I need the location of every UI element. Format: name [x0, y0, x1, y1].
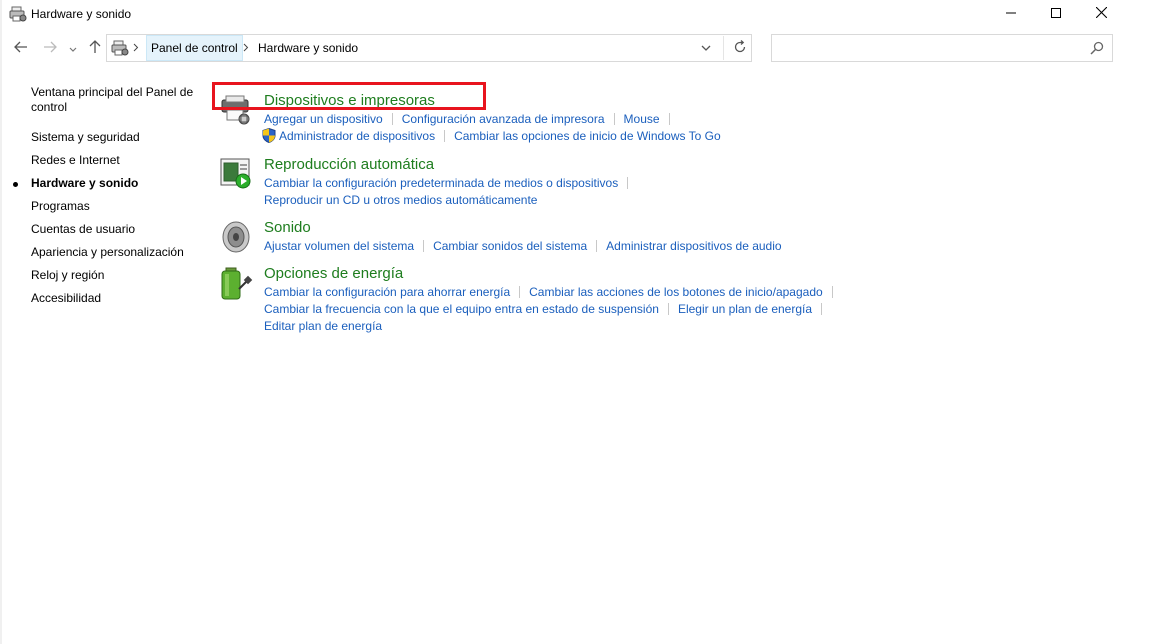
sidebar-item-ventana-principal[interactable]: Ventana principal del Panel de control: [31, 85, 201, 115]
control-panel-icon: [9, 6, 27, 22]
breadcrumb-panel-de-control[interactable]: Panel de control: [146, 35, 243, 61]
arrow-left-icon: [14, 40, 28, 58]
link-reproducir-cd[interactable]: Reproducir un CD u otros medios automáti…: [264, 193, 537, 207]
link-separator: [831, 286, 833, 298]
back-button[interactable]: [12, 40, 30, 58]
sidebar-item-redes-e-internet[interactable]: Redes e Internet: [31, 153, 120, 168]
sidebar-item-cuentas-de-usuario[interactable]: Cuentas de usuario: [31, 222, 135, 237]
battery-power-icon: [218, 265, 254, 301]
link-ajustar-volumen[interactable]: Ajustar volumen del sistema: [264, 239, 414, 253]
link-agregar-dispositivo[interactable]: Agregar un dispositivo: [264, 112, 383, 126]
link-administrar-audio[interactable]: Administrar dispositivos de audio: [606, 239, 781, 253]
breadcrumb-chevron-icon[interactable]: [133, 43, 139, 55]
close-icon: [1095, 5, 1107, 23]
close-button[interactable]: [1078, 0, 1124, 28]
link-configuracion-impresora[interactable]: Configuración avanzada de impresora: [402, 112, 605, 126]
window-title: Hardware y sonido: [31, 7, 132, 21]
maximize-icon: [1051, 5, 1061, 23]
navigation-bar: Panel de control Hardware y sonido: [0, 34, 1152, 64]
link-elegir-plan[interactable]: Elegir un plan de energía: [678, 302, 812, 316]
link-separator: [519, 286, 521, 298]
recent-locations-button[interactable]: [66, 40, 80, 58]
active-bullet: [13, 182, 18, 187]
category-title-reproduccion[interactable]: Reproducción automática: [264, 156, 434, 173]
autoplay-icon: [218, 156, 254, 192]
link-separator: [668, 113, 670, 125]
link-ahorrar-energia[interactable]: Cambiar la configuración para ahorrar en…: [264, 285, 510, 299]
forward-button[interactable]: [41, 40, 59, 58]
breadcrumb-hardware-y-sonido[interactable]: Hardware y sonido: [254, 35, 362, 61]
search-box[interactable]: [771, 34, 1113, 62]
category-title-energia[interactable]: Opciones de energía: [264, 265, 403, 282]
minimize-icon: [1006, 5, 1016, 23]
link-administrador-dispositivos[interactable]: Administrador de dispositivos: [279, 129, 435, 143]
highlight-annotation-box: [212, 82, 486, 110]
address-divider: [723, 36, 724, 60]
link-separator: [821, 303, 823, 315]
link-windows-to-go[interactable]: Cambiar las opciones de inicio de Window…: [454, 129, 721, 143]
refresh-icon[interactable]: [733, 40, 749, 56]
speaker-icon: [218, 219, 254, 255]
sidebar-item-programas[interactable]: Programas: [31, 199, 90, 214]
link-separator: [627, 177, 629, 189]
sidebar-item-hardware-y-sonido[interactable]: Hardware y sonido: [31, 176, 138, 191]
sidebar-item-accesibilidad[interactable]: Accesibilidad: [31, 291, 101, 306]
category-title-sonido[interactable]: Sonido: [264, 219, 311, 236]
link-cambiar-sonidos[interactable]: Cambiar sonidos del sistema: [433, 239, 587, 253]
link-separator: [444, 130, 446, 142]
link-separator: [596, 240, 598, 252]
address-bar[interactable]: Panel de control Hardware y sonido: [106, 34, 752, 62]
up-button[interactable]: [86, 39, 104, 59]
link-frecuencia-suspension[interactable]: Cambiar la frecuencia con la que el equi…: [264, 302, 659, 316]
link-separator: [423, 240, 425, 252]
link-separator: [391, 113, 393, 125]
control-panel-icon: [111, 40, 129, 56]
address-history-dropdown[interactable]: [700, 41, 714, 55]
link-acciones-botones[interactable]: Cambiar las acciones de los botones de i…: [529, 285, 823, 299]
link-separator: [613, 113, 615, 125]
link-mouse[interactable]: Mouse: [624, 112, 660, 126]
link-separator: [667, 303, 669, 315]
minimize-button[interactable]: [988, 0, 1034, 28]
search-input[interactable]: [778, 39, 1082, 59]
arrow-right-icon: [43, 40, 57, 58]
link-configuracion-medios[interactable]: Cambiar la configuración predeterminada …: [264, 176, 618, 190]
maximize-button[interactable]: [1033, 0, 1079, 28]
sidebar-item-sistema-y-seguridad[interactable]: Sistema y seguridad: [31, 130, 140, 145]
title-bar: Hardware y sonido: [0, 0, 1152, 28]
breadcrumb-chevron-icon[interactable]: [243, 43, 249, 55]
arrow-up-icon: [89, 39, 101, 59]
search-icon[interactable]: [1090, 41, 1104, 55]
chevron-down-icon: [69, 40, 77, 58]
sidebar-item-reloj-y-region[interactable]: Reloj y región: [31, 268, 104, 283]
sidebar-item-apariencia[interactable]: Apariencia y personalización: [31, 245, 184, 260]
uac-shield-icon: [262, 127, 276, 144]
link-editar-plan[interactable]: Editar plan de energía: [264, 319, 382, 333]
window-left-border: [0, 0, 2, 644]
